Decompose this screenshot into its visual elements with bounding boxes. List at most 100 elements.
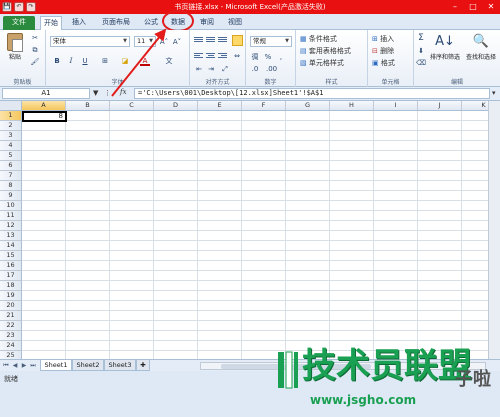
save-icon[interactable]: 💾 (2, 2, 12, 12)
vertical-scrollbar[interactable] (488, 101, 500, 359)
row-header[interactable]: 23 (0, 331, 22, 341)
last-sheet-icon[interactable]: ⏭ (29, 361, 37, 370)
conditional-format-button[interactable]: ▦ 条件格式 (300, 34, 337, 44)
row-header[interactable]: 9 (0, 191, 22, 201)
italic-button[interactable]: I (66, 56, 76, 66)
first-sheet-icon[interactable]: ⏮ (2, 361, 10, 370)
align-bottom-icon[interactable] (218, 36, 227, 44)
grow-font-icon[interactable]: A˄ (159, 37, 169, 47)
insert-function-icon[interactable]: fx (120, 88, 127, 96)
align-middle-icon[interactable] (206, 36, 215, 44)
prev-sheet-icon[interactable]: ◀ (11, 361, 19, 370)
currency-icon[interactable]: 徟 (250, 52, 260, 62)
align-right-icon[interactable] (218, 52, 227, 60)
column-header[interactable]: F (242, 101, 286, 111)
number-format-combo[interactable]: 常规 ▼ (250, 36, 292, 47)
sheet-tab-2[interactable]: Sheet2 (72, 360, 104, 371)
name-box[interactable]: A1 (2, 88, 90, 99)
row-header[interactable]: 17 (0, 271, 22, 281)
column-header[interactable]: H (330, 101, 374, 111)
select-all-button[interactable] (0, 101, 22, 111)
row-header[interactable]: 2 (0, 121, 22, 131)
row-header[interactable]: 14 (0, 241, 22, 251)
row-header[interactable]: 24 (0, 341, 22, 351)
column-header[interactable]: G (286, 101, 330, 111)
row-header[interactable]: 7 (0, 171, 22, 181)
sheet-tab-3[interactable]: Sheet3 (104, 360, 136, 371)
percent-icon[interactable]: % (263, 52, 273, 62)
align-center-icon[interactable] (206, 52, 215, 60)
column-header[interactable]: I (374, 101, 418, 111)
row-header[interactable]: 15 (0, 251, 22, 261)
font-color-icon[interactable]: A (140, 56, 150, 66)
row-header[interactable]: 11 (0, 211, 22, 221)
cell-styles-button[interactable]: ▧ 单元格样式 (300, 58, 344, 68)
new-sheet-icon[interactable]: ✚ (136, 360, 150, 371)
font-size-combo[interactable]: 11 ▼ (134, 36, 156, 47)
formula-options-icon[interactable]: ⋮ (104, 89, 111, 97)
row-header[interactable]: 22 (0, 321, 22, 331)
format-cells-button[interactable]: ▣ 格式 (372, 58, 395, 68)
row-header[interactable]: 6 (0, 161, 22, 171)
align-left-icon[interactable] (194, 52, 203, 60)
tab-file[interactable]: 文件 (3, 16, 35, 30)
redo-icon[interactable]: ↷ (26, 2, 36, 12)
undo-icon[interactable]: ↶ (14, 2, 24, 12)
row-header[interactable]: 20 (0, 301, 22, 311)
insert-cells-button[interactable]: ⊞ 插入 (372, 34, 394, 44)
clear-icon[interactable]: ⌫ (416, 58, 426, 68)
sort-filter-button[interactable]: A↓ 排序和筛选 (428, 32, 462, 61)
underline-button[interactable]: U (80, 56, 90, 66)
name-box-dropdown-icon[interactable]: ▼ (93, 89, 98, 97)
paste-button[interactable]: 粘贴 (4, 33, 26, 61)
column-header[interactable]: B (66, 101, 110, 111)
row-header[interactable]: 10 (0, 201, 22, 211)
minimize-button[interactable]: – (448, 1, 462, 12)
bold-button[interactable]: B (52, 56, 62, 66)
autosum-icon[interactable]: Σ (416, 33, 426, 43)
maximize-button[interactable]: □ (466, 1, 480, 12)
row-header[interactable]: 13 (0, 231, 22, 241)
format-painter-icon[interactable]: 🖌 (30, 57, 40, 67)
comma-icon[interactable]: , (276, 52, 286, 62)
row-header[interactable]: 25 (0, 351, 22, 359)
worksheet-grid[interactable]: ABCDEFGHIJKL 123456789101112131415161718… (0, 101, 500, 359)
tab-formulas[interactable]: 公式 (140, 16, 162, 30)
fill-icon[interactable]: ⬇ (416, 46, 426, 56)
row-header[interactable]: 3 (0, 131, 22, 141)
delete-cells-button[interactable]: ⊟ 删除 (372, 46, 394, 56)
row-header[interactable]: 8 (0, 181, 22, 191)
row-header[interactable]: 18 (0, 281, 22, 291)
fill-color-icon[interactable]: ◪ (120, 56, 130, 66)
tab-view[interactable]: 视图 (224, 16, 246, 30)
column-header[interactable]: C (110, 101, 154, 111)
row-header[interactable]: 1 (0, 111, 22, 121)
column-header[interactable]: D (154, 101, 198, 111)
phonetic-icon[interactable]: 文 (164, 56, 174, 66)
merge-center-icon[interactable]: ⇔ (232, 51, 242, 61)
cells-area[interactable] (22, 111, 500, 359)
row-header[interactable]: 4 (0, 141, 22, 151)
tab-review[interactable]: 审阅 (196, 16, 218, 30)
column-header[interactable]: A (22, 101, 66, 111)
close-button[interactable]: ✕ (484, 1, 498, 12)
shrink-font-icon[interactable]: A˅ (172, 37, 182, 47)
expand-formula-icon[interactable]: ▾ (492, 89, 496, 97)
borders-icon[interactable]: ⊞ (100, 56, 110, 66)
column-header[interactable]: E (198, 101, 242, 111)
align-top-icon[interactable] (194, 36, 203, 44)
tab-home[interactable]: 开始 (40, 16, 62, 30)
active-cell-a1[interactable]: 8 (22, 111, 67, 122)
wrap-text-icon[interactable] (232, 35, 243, 46)
orientation-icon[interactable]: ⤢ (220, 64, 230, 74)
increase-indent-icon[interactable]: ⇥ (206, 64, 216, 74)
find-select-button[interactable]: 🔍 查找和选择 (464, 32, 498, 61)
tab-page-layout[interactable]: 页面布局 (96, 16, 136, 30)
tab-insert[interactable]: 插入 (68, 16, 90, 30)
increase-decimal-icon[interactable]: .0 (250, 64, 260, 74)
decrease-decimal-icon[interactable]: .00 (266, 64, 277, 74)
sheet-tab-1[interactable]: Sheet1 (40, 360, 72, 371)
decrease-indent-icon[interactable]: ⇤ (194, 64, 204, 74)
row-header[interactable]: 19 (0, 291, 22, 301)
column-header[interactable]: J (418, 101, 462, 111)
